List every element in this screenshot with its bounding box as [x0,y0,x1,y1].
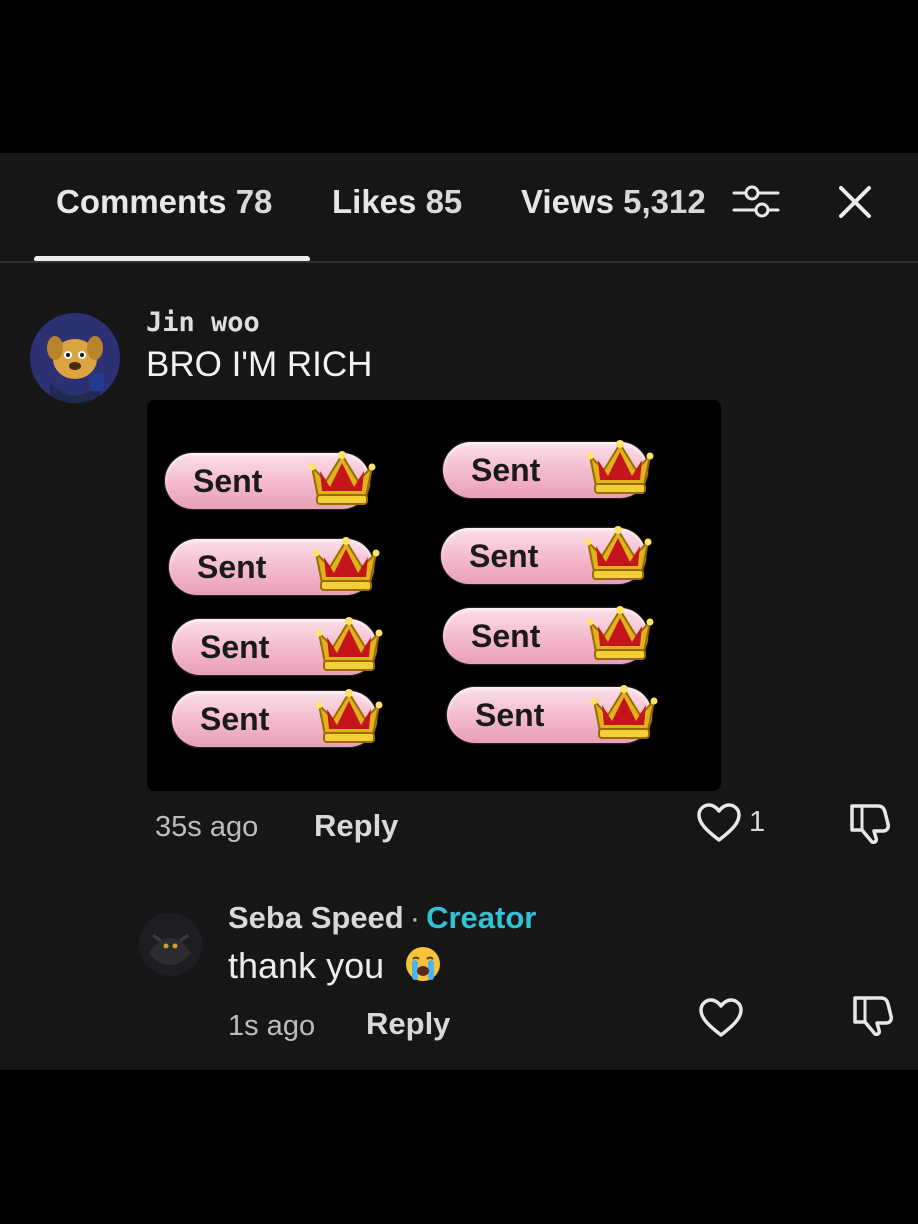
tabs-divider [0,261,918,263]
heart-icon[interactable] [696,802,742,844]
crown-icon [315,617,383,671]
gift-sent-pill: Sent [443,440,654,498]
dog-character-avatar-icon [30,313,120,403]
gift-sent-label: Sent [193,463,263,499]
gift-sent-label: Sent [200,629,270,665]
reply-button[interactable]: Reply [366,1006,450,1042]
creator-badge: Creator [426,900,537,935]
gift-sent-label: Sent [471,452,541,488]
tab-comments[interactable]: Comments 78 [56,183,272,221]
close-icon[interactable] [834,181,876,223]
crown-icon [308,451,376,505]
gift-sent-pill: Sent [169,537,380,595]
separator-dot: · [409,900,421,935]
comment-username[interactable]: Jin woo [146,307,260,338]
crown-icon [586,440,654,494]
comment-text: BRO I'M RICH [146,345,373,384]
gift-sent-label: Sent [469,538,539,574]
reply-text: thank you [228,945,385,986]
thumbs-down-icon[interactable] [848,800,894,844]
crown-icon [586,606,654,660]
heart-icon[interactable] [698,997,744,1039]
crown-icon [315,689,383,743]
gift-sent-pill: Sent [172,689,383,747]
crown-icon [590,685,658,739]
loudly-crying-face-emoji-icon [406,947,441,982]
tab-likes[interactable]: Likes 85 [332,183,462,221]
gift-sent-pill: Sent [441,526,652,584]
gift-sent-label: Sent [197,549,267,585]
dark-character-avatar-icon [139,913,202,976]
comment-username[interactable]: Seba Speed · Creator [228,900,536,936]
gift-sent-label: Sent [471,618,541,654]
tab-likes-label: Likes [332,183,417,220]
thumbs-down-icon[interactable] [851,992,897,1036]
comment-timestamp: 35s ago [155,811,259,843]
gift-sent-label: Sent [200,701,270,737]
comments-panel: Comments 78 Likes 85 Views 5,312 Jin woo… [0,153,918,1070]
tab-likes-count: 85 [425,183,463,220]
comments-tab-bar: Comments 78 Likes 85 Views 5,312 [0,153,918,263]
gift-sent-pill: Sent [165,451,376,509]
crown-icon [584,526,652,580]
comment-timestamp: 1s ago [228,1010,316,1042]
avatar[interactable] [30,313,120,403]
tab-views-label: Views [521,183,614,220]
tab-views[interactable]: Views 5,312 [521,183,706,221]
reply-button[interactable]: Reply [314,808,398,844]
gift-sent-image[interactable]: Sent Sent Sent Sent Sent Sent Sent Sent [147,400,721,791]
like-count: 1 [749,806,766,838]
sliders-icon[interactable] [732,181,780,221]
reply-username: Seba Speed [228,900,404,935]
gift-sent-label: Sent [475,697,545,733]
tab-comments-label: Comments [56,183,227,220]
comment-text: thank you [228,945,442,987]
tab-comments-count: 78 [235,183,273,220]
gift-sent-pill: Sent [172,617,383,675]
tab-views-count: 5,312 [623,183,706,220]
gift-sent-pill: Sent [447,685,658,743]
avatar[interactable] [139,913,202,976]
crown-icon [312,537,380,591]
gift-sent-pill: Sent [443,606,654,664]
